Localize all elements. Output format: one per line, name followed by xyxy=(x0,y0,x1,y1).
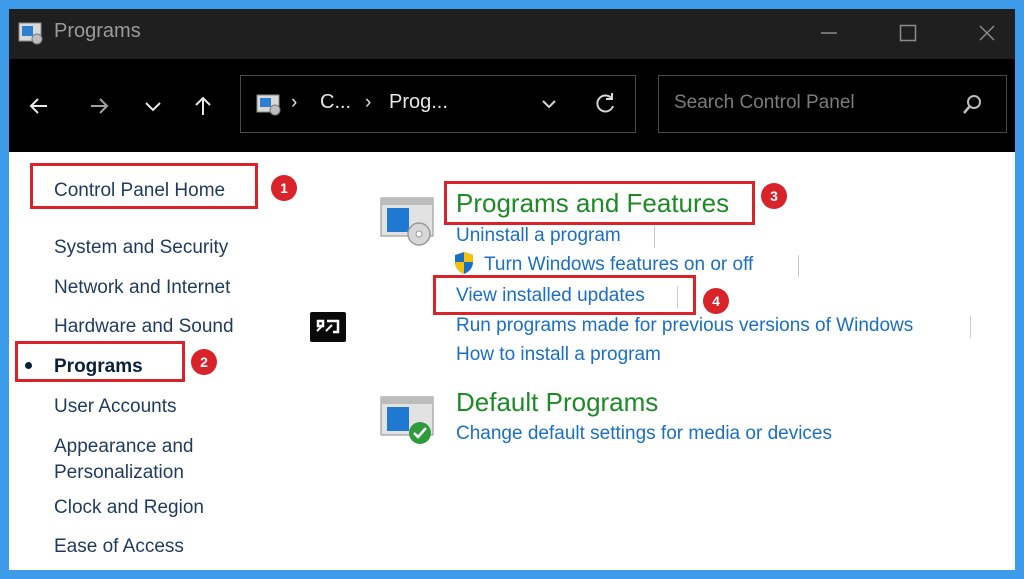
up-button[interactable] xyxy=(186,89,220,123)
title-bar: Programs xyxy=(9,9,1015,59)
refresh-icon xyxy=(596,93,614,113)
search-icon[interactable] xyxy=(959,92,985,118)
minimize-icon xyxy=(821,32,837,34)
window-title: Programs xyxy=(54,20,141,42)
how-to-install-link[interactable]: How to install a program xyxy=(456,343,661,367)
breadcrumb-control-panel[interactable]: C... xyxy=(320,91,351,114)
sidebar-item-network-internet[interactable]: Network and Internet xyxy=(54,275,230,300)
sidebar-item-personalization[interactable]: Personalization xyxy=(54,460,184,485)
breadcrumb-separator: › xyxy=(291,92,298,113)
highlight-box xyxy=(444,181,755,225)
forward-arrow-icon xyxy=(91,98,109,114)
back-arrow-icon xyxy=(29,98,47,114)
highlight-box xyxy=(30,163,258,209)
divider xyxy=(970,316,971,338)
highlight-box xyxy=(433,275,696,315)
maximize-button[interactable] xyxy=(888,15,928,51)
close-button[interactable] xyxy=(967,15,1007,51)
breadcrumb-programs[interactable]: Prog... xyxy=(389,91,448,114)
sidebar-item-system-security[interactable]: System and Security xyxy=(54,235,228,260)
uac-shield-icon xyxy=(453,251,475,275)
navigation-bar: › C... › Prog... Search Control Panel xyxy=(9,59,1015,152)
step-badge: 1 xyxy=(271,175,297,201)
forward-button[interactable] xyxy=(82,89,116,123)
control-panel-icon xyxy=(18,21,44,45)
address-dropdown-button[interactable] xyxy=(535,90,563,118)
run-older-programs-link[interactable]: Run programs made for previous versions … xyxy=(456,314,913,338)
divider xyxy=(654,226,655,248)
chevron-down-icon xyxy=(542,100,556,109)
programs-features-icon[interactable] xyxy=(379,196,435,246)
step-badge: 4 xyxy=(703,288,729,314)
programs-window: Programs › C... › Prog... Search Control… xyxy=(9,9,1015,570)
back-button[interactable] xyxy=(22,89,56,123)
refresh-button[interactable] xyxy=(590,89,620,119)
step-badge: 2 xyxy=(191,349,217,375)
change-default-settings-link[interactable]: Change default settings for media or dev… xyxy=(456,422,832,446)
address-bar[interactable]: › C... › Prog... xyxy=(240,75,636,133)
uninstall-program-link[interactable]: Uninstall a program xyxy=(456,224,621,248)
default-programs-title[interactable]: Default Programs xyxy=(456,387,658,418)
control-panel-icon xyxy=(256,94,282,116)
step-badge: 3 xyxy=(761,183,787,209)
chevron-down-icon xyxy=(145,102,161,112)
up-arrow-icon xyxy=(195,96,211,115)
close-icon xyxy=(979,25,995,41)
search-placeholder[interactable]: Search Control Panel xyxy=(674,92,855,114)
sidebar-item-hardware-sound[interactable]: Hardware and Sound xyxy=(54,314,234,339)
sidebar-item-ease-of-access[interactable]: Ease of Access xyxy=(54,534,184,559)
watermark-logo xyxy=(310,312,346,342)
search-box[interactable]: Search Control Panel xyxy=(658,75,1007,133)
sidebar-item-appearance[interactable]: Appearance and xyxy=(54,434,193,459)
windows-features-link[interactable]: Turn Windows features on or off xyxy=(484,253,753,277)
highlight-box xyxy=(15,341,185,382)
minimize-button[interactable] xyxy=(809,15,849,51)
recent-locations-button[interactable] xyxy=(136,89,170,123)
sidebar-item-user-accounts[interactable]: User Accounts xyxy=(54,394,177,419)
maximize-icon xyxy=(899,24,917,42)
divider xyxy=(798,255,799,277)
breadcrumb-separator: › xyxy=(365,92,372,113)
default-programs-icon[interactable] xyxy=(379,395,435,445)
sidebar-item-clock-region[interactable]: Clock and Region xyxy=(54,495,204,520)
